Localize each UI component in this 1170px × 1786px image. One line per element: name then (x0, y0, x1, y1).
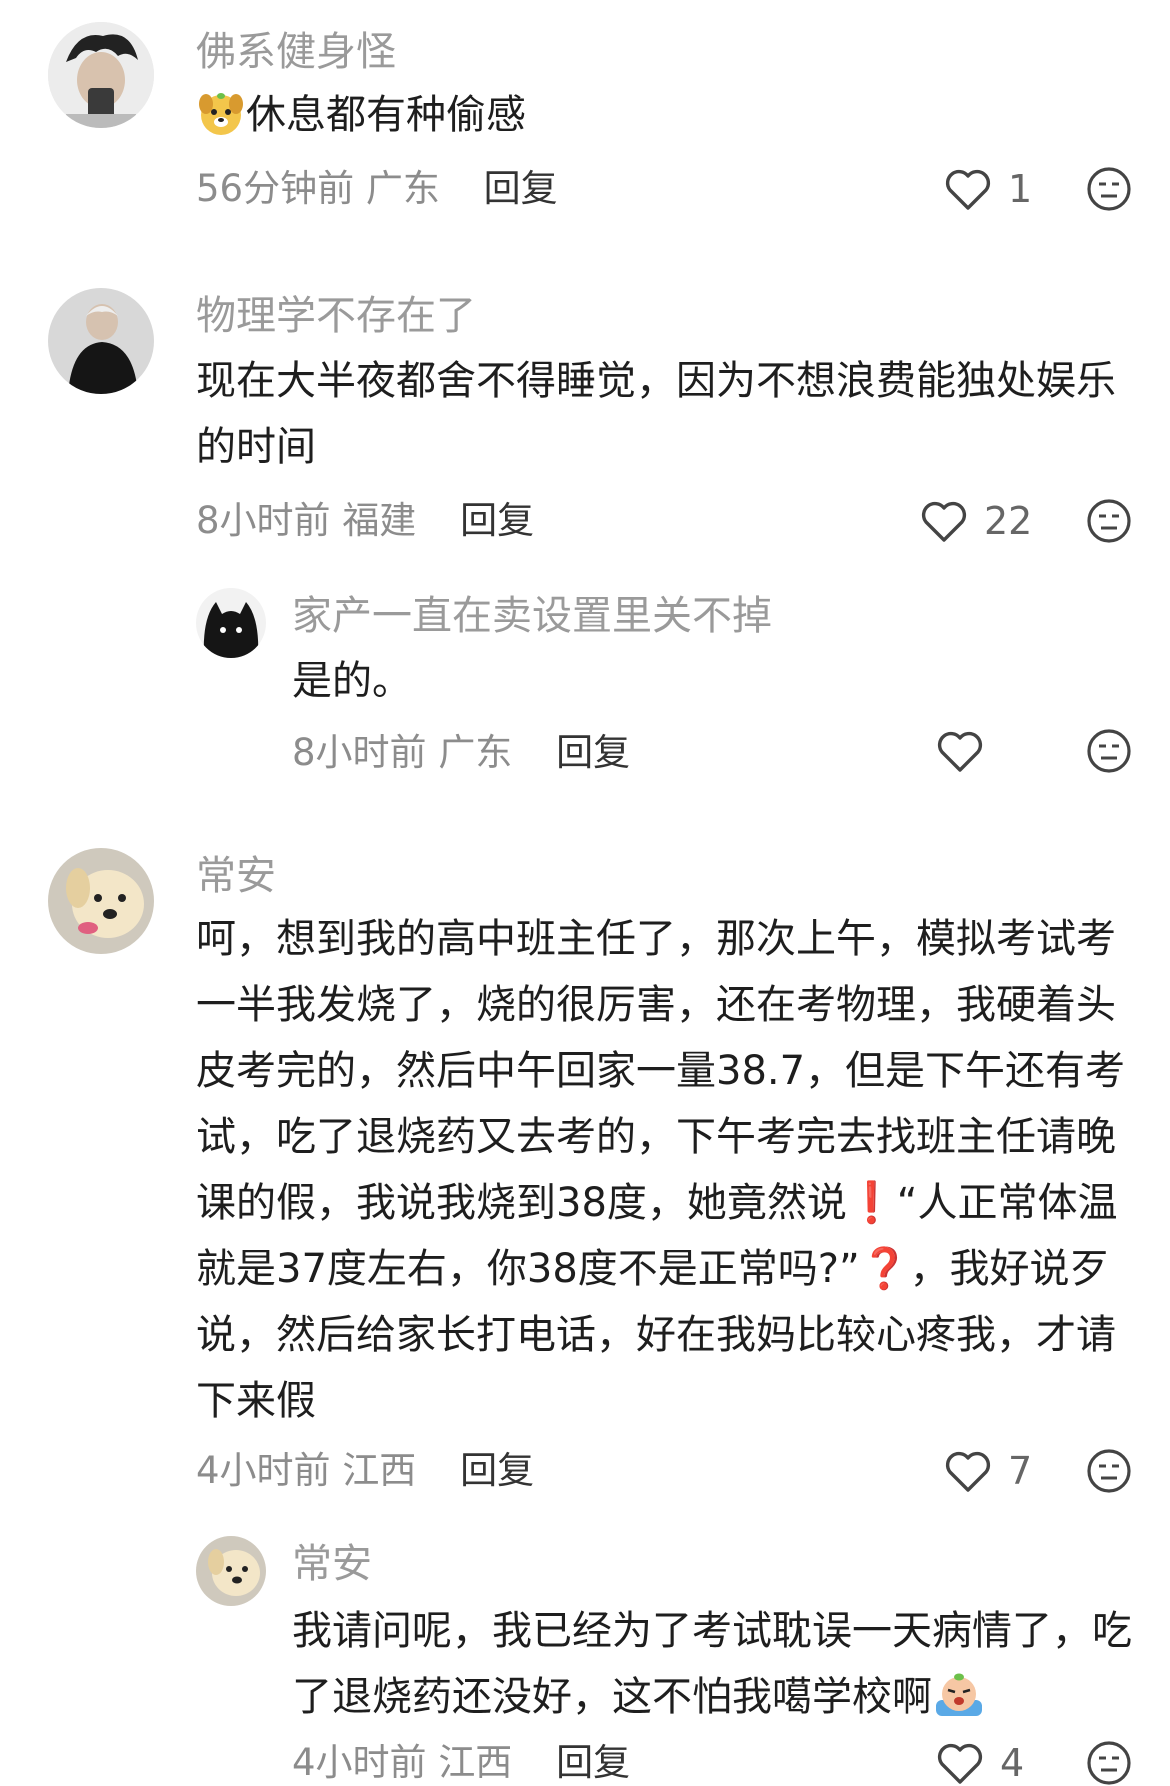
crying-emoji-icon (932, 1670, 986, 1738)
reply-button[interactable]: 回复 (484, 167, 558, 210)
reply-button[interactable]: 回复 (460, 1449, 534, 1492)
like-count: 7 (1008, 1449, 1033, 1493)
avatar[interactable] (48, 848, 154, 954)
question-icon: ❓ (859, 1246, 910, 1292)
reply-button[interactable]: 回复 (460, 499, 534, 542)
region: 广东 (365, 167, 440, 210)
timestamp: 56分钟前 (196, 167, 355, 210)
heart-icon (945, 169, 991, 210)
heart-icon (937, 1743, 983, 1784)
timestamp: 8小时前 (292, 731, 427, 774)
heart-icon (945, 1451, 991, 1492)
comment-text: 现在大半夜都舍不得睡觉，因为不想浪费能独处娱乐的时间 (196, 358, 1116, 470)
reply-avatar[interactable] (196, 1536, 266, 1606)
username[interactable]: 物理学不存在了 (196, 292, 476, 340)
reply-meta: 8小时前 广东 回复 (292, 730, 630, 776)
dislike-face-icon[interactable] (1086, 498, 1132, 544)
comment-text: 休息都有种偷感 (196, 82, 1136, 156)
region: 福建 (342, 499, 417, 542)
timestamp: 8小时前 (196, 499, 331, 542)
reply-username[interactable]: 常安 (292, 1540, 372, 1588)
heart-icon (921, 501, 967, 542)
avatar[interactable] (48, 288, 154, 394)
comment-text: 呵，想到我的高中班主任了，那次上午，模拟考试考一半我发烧了，烧的很厉害，还在考物… (196, 906, 1136, 1434)
comment-meta: 4小时前 江西 回复 (196, 1448, 534, 1494)
reply-body: 我请问呢，我已经为了考试耽误一天病情了，吃了退烧药还没好，这不怕我噶学校啊 (292, 1608, 1132, 1720)
dislike-face-icon[interactable] (1086, 166, 1132, 212)
dislike-face-icon[interactable] (1086, 1740, 1132, 1786)
like-button[interactable] (934, 728, 1000, 774)
reply-meta: 4小时前 江西 回复 (292, 1740, 630, 1786)
like-button[interactable]: 22 (918, 498, 1032, 544)
username[interactable]: 常安 (196, 852, 276, 900)
region: 广东 (438, 731, 513, 774)
timestamp: 4小时前 (292, 1741, 427, 1784)
like-count: 1 (1008, 167, 1033, 211)
reply-avatar[interactable] (196, 588, 266, 658)
region: 江西 (438, 1741, 513, 1784)
like-count: 4 (1000, 1741, 1025, 1785)
timestamp: 4小时前 (196, 1449, 331, 1492)
like-button[interactable]: 1 (942, 166, 1032, 212)
username[interactable]: 佛系健身怪 (196, 28, 396, 76)
region: 江西 (342, 1449, 417, 1492)
reply-text: 我请问呢，我已经为了考试耽误一天病情了，吃了退烧药还没好，这不怕我噶学校啊 (292, 1598, 1142, 1738)
dog-face-emoji-icon (196, 90, 246, 156)
like-button[interactable]: 7 (942, 1448, 1032, 1494)
like-count: 22 (984, 499, 1033, 543)
reply-username[interactable]: 家产一直在卖设置里关不掉 (292, 592, 772, 640)
comment-body: 休息都有种偷感 (246, 92, 526, 138)
dislike-face-icon[interactable] (1086, 728, 1132, 774)
reply-button[interactable]: 回复 (556, 1741, 630, 1784)
comment-meta: 8小时前 福建 回复 (196, 498, 534, 544)
heart-icon (937, 731, 983, 772)
like-button[interactable]: 4 (934, 1740, 1024, 1786)
exclamation-icon: ❗ (846, 1180, 897, 1226)
reply-text: 是的。 (292, 658, 412, 704)
avatar[interactable] (48, 22, 154, 128)
reply-button[interactable]: 回复 (556, 731, 630, 774)
dislike-face-icon[interactable] (1086, 1448, 1132, 1494)
comment-meta: 56分钟前 广东 回复 (196, 166, 558, 212)
